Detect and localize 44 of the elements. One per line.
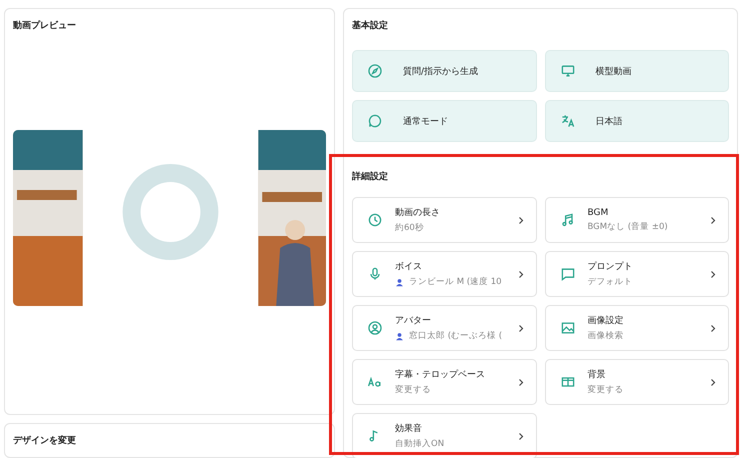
avatar-icon bbox=[367, 320, 383, 336]
setting-value: ランビール M (速度 10 bbox=[409, 276, 502, 288]
chevron-right-icon bbox=[518, 324, 524, 332]
section-title: 基本設定 bbox=[352, 19, 389, 32]
music-note-icon bbox=[560, 212, 576, 228]
setting-button[interactable]: 効果音 自動挿入ON bbox=[352, 413, 536, 458]
setting-button[interactable]: 背景 変更する bbox=[544, 359, 729, 405]
chevron-right-icon bbox=[518, 432, 524, 440]
clock-icon bbox=[367, 212, 383, 228]
setting-button[interactable]: 横型動画 bbox=[544, 50, 729, 92]
chevron-right-icon bbox=[710, 378, 716, 386]
setting-button[interactable]: プロンプト デフォルト bbox=[544, 251, 729, 297]
setting-value: 画像検索 bbox=[588, 330, 624, 342]
translate-icon bbox=[560, 113, 576, 129]
setting-value: 約60秒 bbox=[395, 222, 424, 234]
setting-button[interactable]: 動画の長さ 約60秒 bbox=[352, 197, 536, 243]
setting-button[interactable]: 画像設定 画像検索 bbox=[544, 305, 729, 351]
chevron-right-icon bbox=[518, 378, 524, 386]
setting-value: BGMなし (音量 ±0) bbox=[588, 220, 668, 232]
compass-icon bbox=[367, 63, 383, 79]
setting-value: 変更する bbox=[395, 384, 431, 396]
setting-button[interactable]: 通常モード bbox=[352, 100, 536, 142]
setting-value: 変更する bbox=[588, 384, 624, 396]
setting-value: 自動挿入ON bbox=[395, 438, 444, 450]
setting-button[interactable]: アバター 窓口太郎 (むーぶろ様 ( bbox=[352, 305, 536, 351]
image-icon bbox=[560, 320, 576, 336]
setting-value: デフォルト bbox=[588, 276, 632, 288]
message-icon bbox=[560, 266, 576, 282]
setting-button[interactable]: BGM BGMなし (音量 ±0) bbox=[544, 197, 729, 243]
chat-bubble-icon bbox=[367, 113, 383, 129]
chevron-right-icon bbox=[518, 270, 524, 278]
monitor-icon bbox=[560, 63, 576, 79]
panel-title: 動画プレビュー bbox=[13, 19, 77, 32]
panel-title: デザインを変更 bbox=[13, 434, 77, 447]
section-title: 詳細設定 bbox=[352, 170, 389, 183]
chevron-right-icon bbox=[710, 270, 716, 278]
setting-button[interactable]: 質問/指示から生成 bbox=[352, 50, 536, 92]
chevron-right-icon bbox=[518, 216, 524, 224]
chevron-right-icon bbox=[710, 324, 716, 332]
setting-button[interactable]: 日本語 bbox=[544, 100, 729, 142]
setting-value: 窓口太郎 (むーぶろ様 ( bbox=[409, 330, 502, 342]
setting-button[interactable]: ボイス ランビール M (速度 10 bbox=[352, 251, 536, 297]
setting-button[interactable]: 字幕・テロップベース 変更する bbox=[352, 359, 536, 405]
chevron-right-icon bbox=[710, 216, 716, 224]
